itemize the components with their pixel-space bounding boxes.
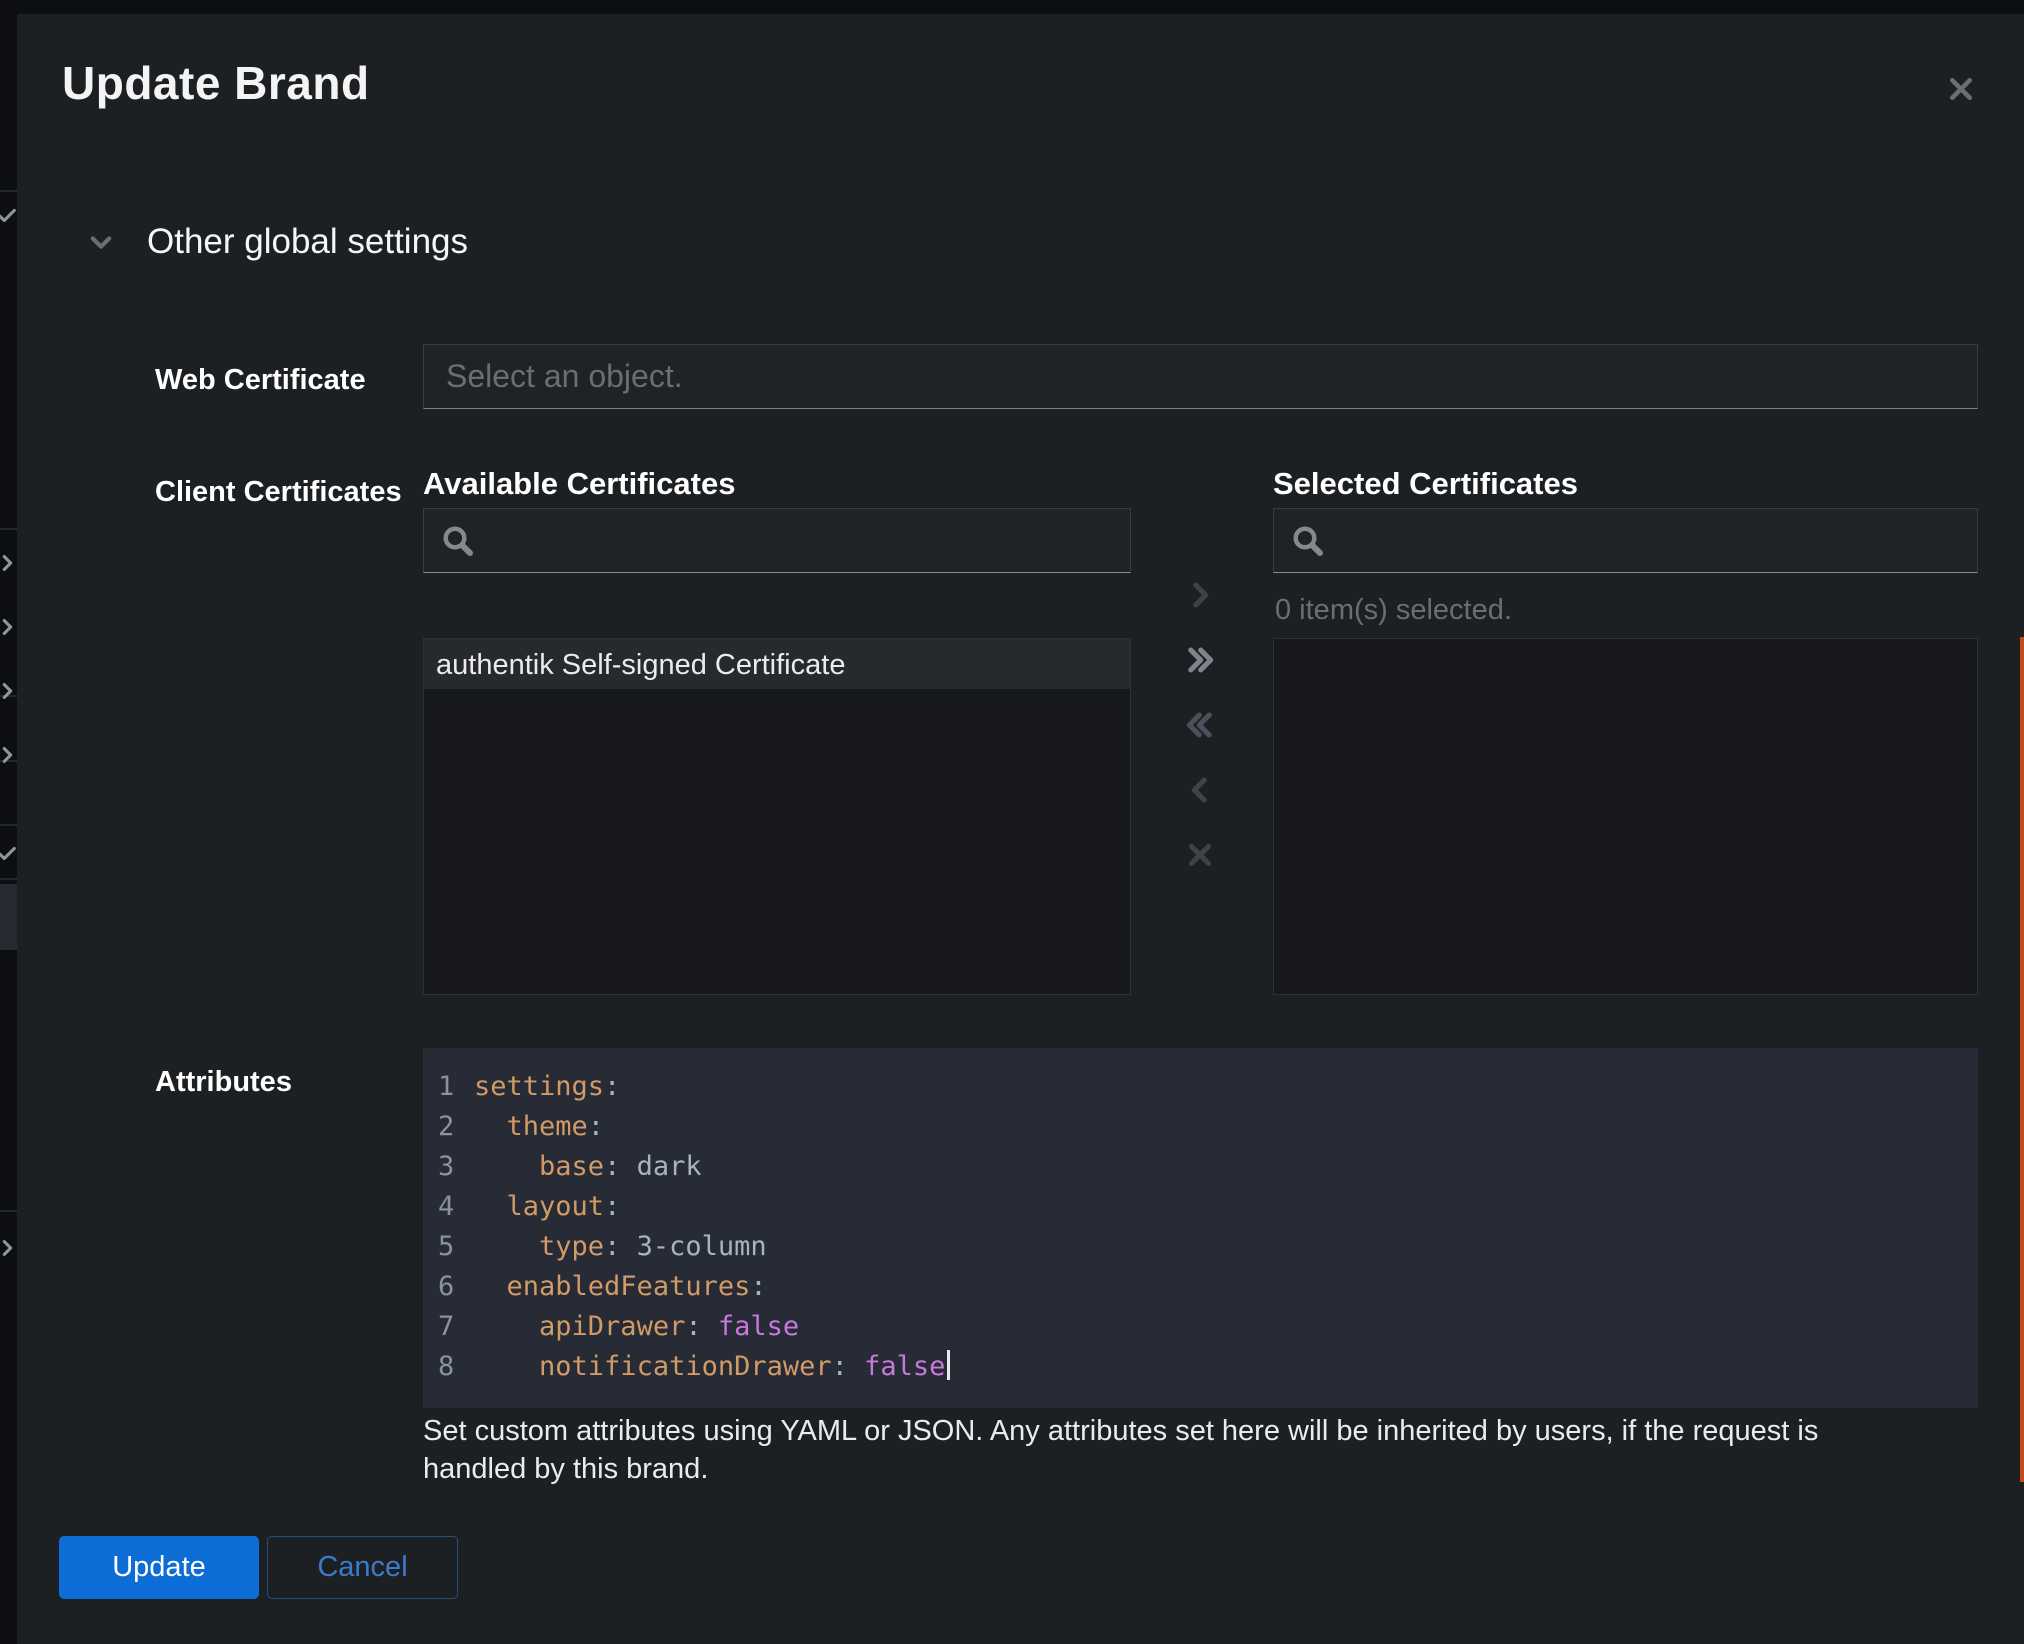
attributes-label: Attributes [155,1066,292,1099]
available-certificates-heading: Available Certificates [423,466,735,502]
line-number: 2 [438,1107,455,1147]
angle-right-icon [1183,578,1217,615]
attributes-code-editor[interactable]: 1settings:2 theme:3 base: dark4 layout:5… [423,1048,1978,1408]
times-icon [1183,838,1217,875]
background-row-divider [0,824,17,826]
chevron-down-icon [87,228,115,256]
code-line: 5 type: 3-column [438,1227,1978,1267]
code-line: 1settings: [438,1067,1978,1107]
close-button[interactable] [1935,64,1987,116]
search-icon [440,523,476,559]
list-item[interactable]: authentik Self-signed Certificate [424,639,1130,691]
search-icon [1290,523,1326,559]
check-icon [0,842,17,864]
chevron-right-icon [0,616,17,638]
line-number: 5 [438,1227,455,1267]
add-selected-button[interactable] [1178,574,1222,618]
available-list[interactable]: authentik Self-signed Certificate [423,638,1131,995]
available-search-box [423,508,1131,573]
code-line: 2 theme: [438,1107,1978,1147]
update-button[interactable]: Update [59,1536,259,1599]
background-left-rail [0,0,17,1644]
selected-count-status: 0 item(s) selected. [1275,594,1512,627]
update-brand-modal: Update Brand Other global settings Web C… [17,14,2024,1644]
background-row-divider [0,878,17,880]
background-row-divider [0,528,17,530]
line-number: 7 [438,1307,455,1347]
code-line: 4 layout: [438,1187,1978,1227]
background-row-divider [0,1210,17,1212]
modal-title: Update Brand [62,56,370,110]
line-number: 3 [438,1147,455,1187]
web-certificate-label: Web Certificate [155,364,366,397]
chevron-right-icon [0,552,17,574]
check-icon [0,204,17,226]
code-line: 6 enabledFeatures: [438,1267,1978,1307]
section-toggle-label: Other global settings [147,222,468,262]
chevron-right-icon [0,680,17,702]
remove-selected-button[interactable] [1178,769,1222,813]
remove-all-button[interactable] [1178,704,1222,748]
angle-double-left-icon [1183,708,1217,745]
code-line: 8 notificationDrawer: false [438,1347,1978,1387]
selected-search-box [1273,508,1978,573]
chevron-right-icon [0,1237,17,1259]
line-number: 4 [438,1187,455,1227]
angle-left-icon [1183,773,1217,810]
section-toggle-other-global-settings[interactable]: Other global settings [87,222,468,262]
client-certificates-label: Client Certificates [155,476,402,509]
background-top-strip [0,0,2024,14]
selected-certificates-heading: Selected Certificates [1273,466,1578,502]
code-line: 7 apiDrawer: false [438,1307,1978,1347]
screen: Update Brand Other global settings Web C… [0,0,2024,1644]
background-row-divider [0,190,17,192]
attributes-help-text: Set custom attributes using YAML or JSON… [423,1412,1923,1488]
danger-edge-line [2020,637,2024,1482]
web-certificate-select[interactable] [423,344,1978,409]
line-number: 8 [438,1347,455,1387]
close-icon [1946,92,1976,107]
code-line: 3 base: dark [438,1147,1978,1187]
cancel-button[interactable]: Cancel [267,1536,458,1599]
line-number: 1 [438,1067,455,1107]
line-number: 6 [438,1267,455,1307]
selected-list[interactable] [1273,638,1978,995]
clear-selection-button[interactable] [1178,834,1222,878]
selected-search-input[interactable] [1340,524,1961,558]
available-search-input[interactable] [490,524,1114,558]
transfer-controls [1178,574,1222,878]
chevron-right-icon [0,744,17,766]
background-selected-row [0,884,17,950]
text-cursor [947,1350,950,1380]
add-all-button[interactable] [1178,639,1222,683]
angle-double-right-icon [1183,643,1217,680]
